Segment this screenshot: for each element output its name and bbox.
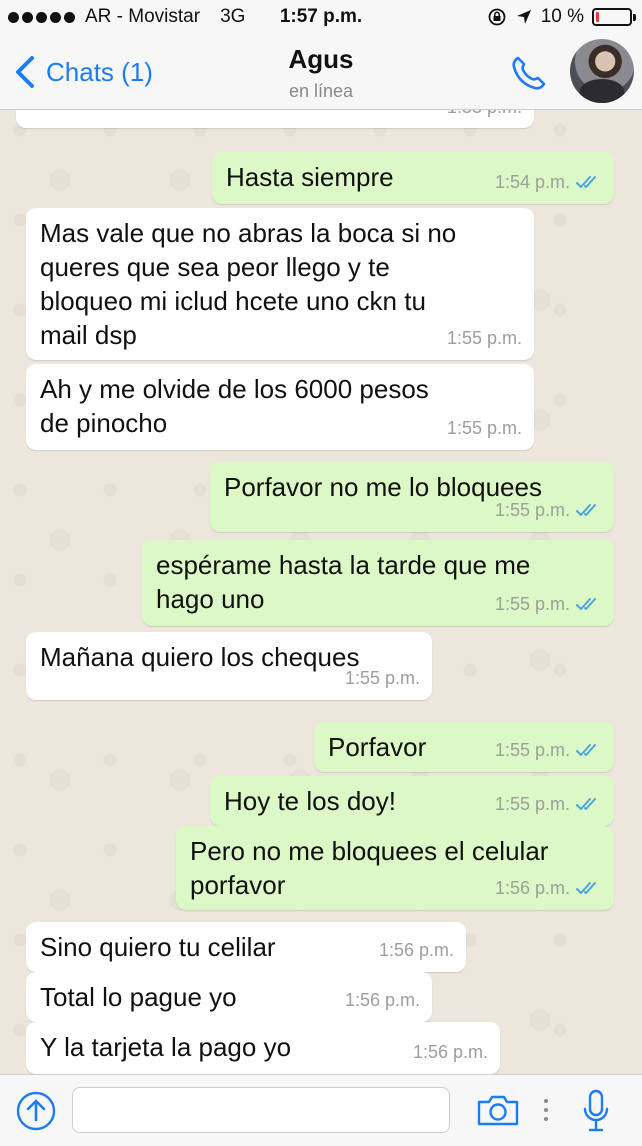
message-time: 1:56 p.m. xyxy=(344,990,420,1010)
double-check-icon xyxy=(576,598,596,610)
outgoing-message[interactable]: Hasta siempre 1:54 p.m. xyxy=(212,152,614,204)
message-text: Ah y me olvide de los 6000 pesos de pino… xyxy=(40,374,429,438)
status-right: 10 % xyxy=(487,6,636,28)
message-text: Hoy te los doy! xyxy=(224,786,396,816)
battery-level xyxy=(596,12,599,22)
incoming-message[interactable]: Y la tarjeta la pago yo 1:56 p.m. xyxy=(26,1022,500,1074)
message-time: 1:56 p.m. xyxy=(378,940,454,960)
message-time: 1:55 p.m. xyxy=(446,328,522,348)
message-time: 1:55 p.m. xyxy=(344,668,420,688)
avatar[interactable] xyxy=(570,39,634,103)
message-time: 1:55 p.m. xyxy=(494,794,570,814)
message-time: 1:55 p.m. xyxy=(446,418,522,438)
message-meta: 1:56 p.m. xyxy=(495,871,602,905)
message-meta: 1:53 p.m. xyxy=(447,110,522,124)
message-time: 1:54 p.m. xyxy=(494,172,570,192)
message-meta: 1:55 p.m. xyxy=(495,587,602,621)
message-meta: 1:56 p.m. xyxy=(379,933,454,967)
message-text: Y la tarjeta la pago yo xyxy=(40,1032,292,1062)
message-meta: 1:56 p.m. xyxy=(345,983,420,1017)
message-time: 1:55 p.m. xyxy=(494,594,570,614)
message-text: Mas vale que no abras la boca si no quer… xyxy=(40,218,457,350)
more-dots-icon[interactable] xyxy=(543,1095,549,1125)
message-input[interactable] xyxy=(72,1087,450,1133)
message-text: espérame hasta la tarde que me hago uno xyxy=(156,550,531,614)
message-text: Mañana quiero los cheques xyxy=(40,642,360,672)
message-time: 1:56 p.m. xyxy=(494,878,570,898)
camera-icon[interactable] xyxy=(476,1093,520,1127)
message-text: Sino quiero tu celilar xyxy=(40,932,276,962)
incoming-message[interactable]: Mañana quiero los cheques 1:55 p.m. xyxy=(26,632,432,700)
rotation-lock-icon xyxy=(488,8,506,26)
incoming-message[interactable]: Mas vale que no abras la boca si no quer… xyxy=(26,208,534,360)
input-bar xyxy=(0,1074,642,1146)
chat-header: Chats (1) Agus en línea xyxy=(0,36,642,110)
battery-percent: 10 % xyxy=(540,6,584,27)
message-meta: 1:55 p.m. xyxy=(447,411,522,445)
message-meta: 1:56 p.m. xyxy=(413,1035,488,1069)
outgoing-message[interactable]: Porfavor no me lo bloquees 1:55 p.m. xyxy=(210,462,614,532)
message-time: 1:55 p.m. xyxy=(494,740,570,760)
message-text: Hasta siempre xyxy=(226,162,394,192)
location-arrow-icon xyxy=(516,10,531,24)
double-check-icon xyxy=(576,798,596,810)
message-text: Porfavor xyxy=(328,732,427,762)
double-check-icon xyxy=(576,744,596,756)
message-list[interactable]: 1:53 p.m. Hasta siempre 1:54 p.m. Mas vale … xyxy=(0,110,642,1074)
outgoing-message[interactable]: Pero no me bloquees el celular porfavor 1… xyxy=(176,826,614,910)
message-time: 1:56 p.m. xyxy=(412,1042,488,1062)
message-text: Total lo pague yo xyxy=(40,982,237,1012)
microphone-icon[interactable] xyxy=(582,1089,610,1133)
message-meta: 1:55 p.m. xyxy=(495,733,602,767)
message-meta: 1:55 p.m. xyxy=(447,321,522,355)
message-meta: 1:55 p.m. xyxy=(345,661,420,695)
message-time: 1:55 p.m. xyxy=(494,500,570,520)
outgoing-message[interactable]: espérame hasta la tarde que me hago uno 1… xyxy=(142,540,614,626)
message-meta: 1:54 p.m. xyxy=(495,165,602,199)
incoming-message[interactable]: Sino quiero tu celilar 1:56 p.m. xyxy=(26,922,466,972)
status-bar: AR - Movistar 3G 1:57 p.m. 10 % xyxy=(0,0,642,36)
message-time: 1:53 p.m. xyxy=(447,110,522,124)
double-check-icon xyxy=(576,504,596,516)
phone-icon[interactable] xyxy=(508,52,550,94)
message-meta: 1:55 p.m. xyxy=(495,787,602,821)
message-meta: 1:55 p.m. xyxy=(495,493,602,527)
double-check-icon xyxy=(576,882,596,894)
attach-arrow-icon[interactable] xyxy=(16,1091,56,1131)
incoming-message[interactable]: Ah y me olvide de los 6000 pesos de pino… xyxy=(26,364,534,450)
incoming-message[interactable]: 1:53 p.m. xyxy=(16,110,534,128)
battery-icon xyxy=(592,8,636,26)
double-check-icon xyxy=(576,176,596,188)
outgoing-message[interactable]: Porfavor 1:55 p.m. xyxy=(314,722,614,772)
incoming-message[interactable]: Total lo pague yo 1:56 p.m. xyxy=(26,972,432,1022)
outgoing-message[interactable]: Hoy te los doy! 1:55 p.m. xyxy=(210,776,614,826)
